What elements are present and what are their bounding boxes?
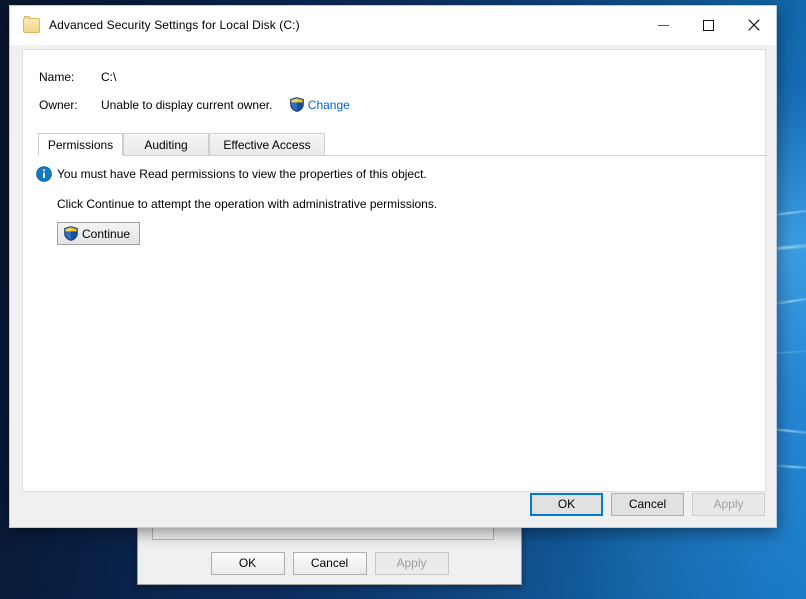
cancel-button[interactable]: Cancel	[611, 493, 684, 516]
window-controls	[641, 6, 776, 44]
advanced-security-settings-window: Advanced Security Settings for Local Dis…	[9, 5, 777, 528]
owner-label: Owner:	[39, 98, 101, 112]
info-message-row: You must have Read permissions to view t…	[36, 166, 427, 182]
dialog-footer: OK Cancel Apply	[530, 493, 765, 516]
background-cancel-button[interactable]: Cancel	[293, 552, 367, 575]
info-icon	[36, 166, 52, 182]
change-owner-link[interactable]: Change	[308, 98, 350, 112]
tab-strip: Permissions Auditing Effective Access	[38, 133, 765, 156]
apply-button: Apply	[692, 493, 765, 516]
background-ok-button[interactable]: OK	[211, 552, 285, 575]
ok-button[interactable]: OK	[530, 493, 603, 516]
tab-permissions[interactable]: Permissions	[38, 133, 123, 156]
info-message: You must have Read permissions to view t…	[57, 166, 427, 182]
background-apply-button: Apply	[375, 552, 449, 575]
background-dialog-buttons: OK Cancel Apply	[138, 552, 521, 575]
change-owner-control[interactable]: Change	[290, 97, 350, 112]
owner-row: Owner:Unable to display current owner. C…	[39, 97, 350, 112]
name-value: C:\	[101, 70, 116, 84]
title-bar[interactable]: Advanced Security Settings for Local Dis…	[10, 6, 776, 45]
minimize-icon[interactable]	[641, 6, 686, 44]
close-icon[interactable]	[731, 6, 776, 44]
name-row: Name:C:\	[39, 70, 116, 84]
continue-button[interactable]: Continue	[57, 222, 140, 245]
hint-message: Click Continue to attempt the operation …	[57, 197, 437, 211]
tab-auditing[interactable]: Auditing	[123, 133, 209, 156]
maximize-icon[interactable]	[686, 6, 731, 44]
uac-shield-icon	[64, 226, 78, 241]
tab-effective-access[interactable]: Effective Access	[209, 133, 325, 156]
name-label: Name:	[39, 70, 101, 84]
uac-shield-icon	[290, 97, 304, 112]
continue-button-label: Continue	[82, 227, 130, 241]
folder-icon	[23, 18, 40, 33]
content-panel: Name:C:\ Owner:Unable to display current…	[22, 49, 766, 492]
owner-value: Unable to display current owner.	[101, 98, 272, 112]
window-title: Advanced Security Settings for Local Dis…	[49, 18, 300, 32]
